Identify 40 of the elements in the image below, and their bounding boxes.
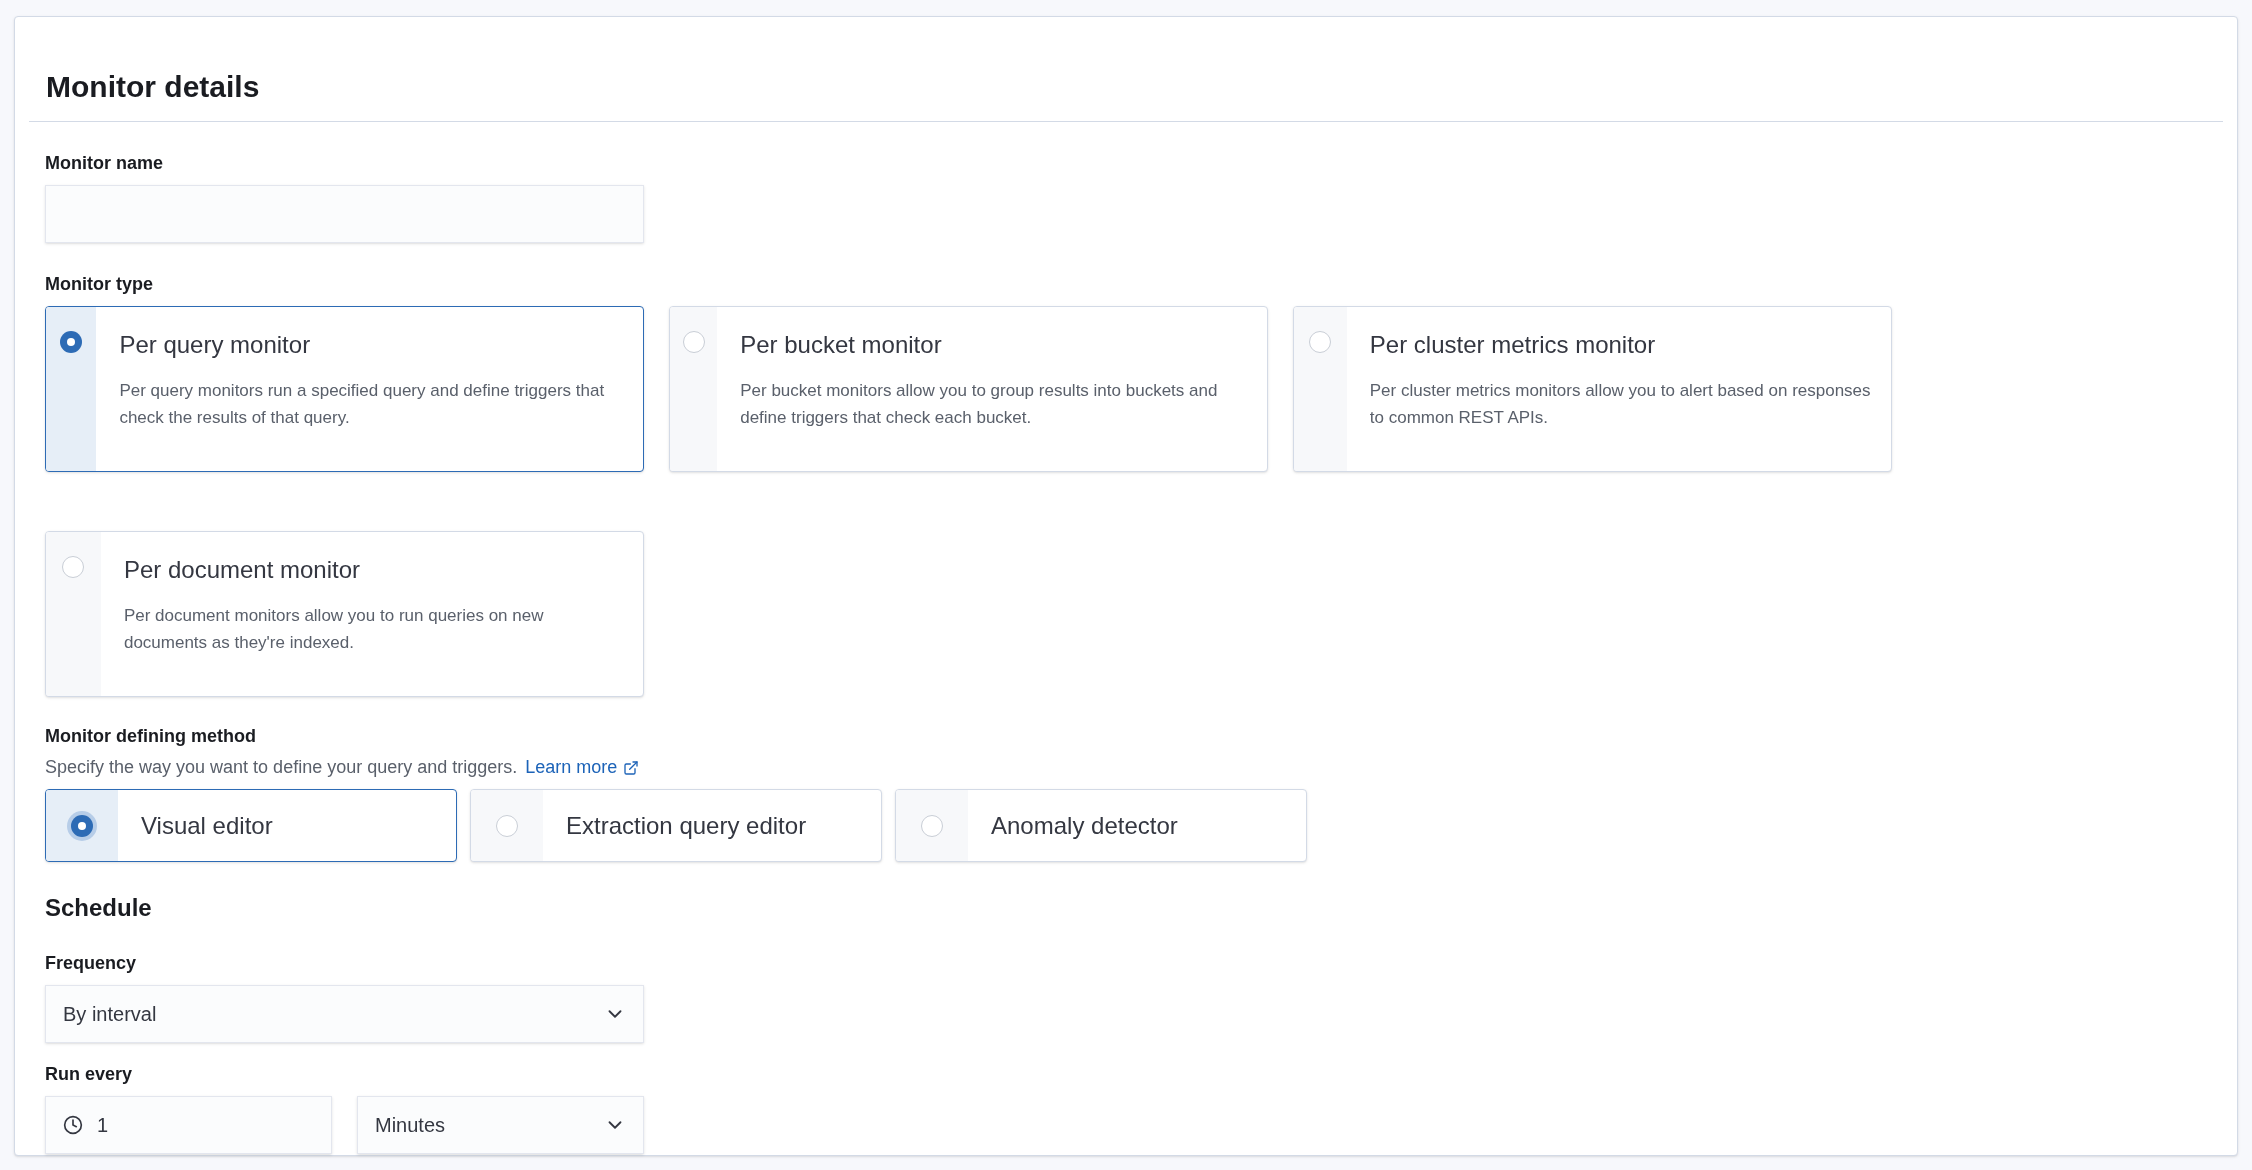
card-description: Per bucket monitors allow you to group results into buckets and define triggers that check each bucket.: [740, 380, 1219, 429]
interval-input[interactable]: 1: [45, 1096, 332, 1154]
frequency-select[interactable]: By interval: [45, 985, 644, 1043]
card-description: Per query monitors run a specified query and define triggers that check the results of that query.: [119, 380, 606, 429]
radio-button[interactable]: [62, 556, 85, 578]
card-description: Per document monitors allow you to run queries on new documents as they're indexed.: [123, 605, 545, 654]
field-label: Run every: [45, 1063, 134, 1086]
card-title: Per cluster metrics monitor: [1369, 330, 1657, 360]
help-text: Specify the way you want to define your query and triggers.: [45, 756, 518, 779]
radio-button[interactable]: [682, 331, 705, 353]
option-label: Extraction query editor: [565, 810, 807, 841]
card-title: Per bucket monitor: [740, 330, 943, 360]
field-label: Frequency: [45, 952, 138, 975]
monitor-type-card[interactable]: Per bucket monitor Per bucket monitors allow you to group results into buckets and define triggers that check each bucket.: [669, 306, 1268, 472]
method-option[interactable]: Visual editor: [45, 789, 457, 862]
card-title: Per query monitor: [119, 330, 312, 360]
unit-select[interactable]: Minutes: [357, 1096, 644, 1154]
field-label: Monitor type: [45, 273, 154, 296]
section-title: Schedule: [45, 893, 153, 923]
field-label: Monitor defining method: [45, 725, 257, 748]
card-description: Per cluster metrics monitors allow you to alert based on responses to common REST APIs.: [1369, 380, 1871, 429]
option-label: Visual editor: [140, 810, 273, 841]
external-link-icon: [623, 759, 640, 776]
method-option[interactable]: Anomaly detector: [895, 789, 1307, 862]
clock-icon: [63, 1115, 83, 1135]
monitor-type-card[interactable]: Per cluster metrics monitor Per cluster metrics monitors allow you to alert based on responses to common REST APIs.: [1293, 306, 1892, 472]
card-title: Per document monitor: [123, 555, 362, 585]
field-label: Monitor name: [45, 152, 164, 175]
monitor-type-card[interactable]: Per document monitor Per document monitors allow you to run queries on new documents as they're indexed.: [45, 531, 644, 697]
radio-button[interactable]: [60, 331, 83, 353]
option-label: Anomaly detector: [990, 810, 1178, 841]
method-option[interactable]: Extraction query editor: [470, 789, 882, 862]
monitor-type-card[interactable]: Per query monitor Per query monitors run a specified query and define triggers that check the results of that query.: [45, 306, 644, 472]
learn-more-link[interactable]: Learn more: [525, 754, 640, 781]
input-field[interactable]: [45, 185, 644, 243]
section-title: Monitor details: [45, 69, 261, 105]
radio-button[interactable]: [921, 814, 943, 837]
radio-button[interactable]: [1309, 331, 1332, 353]
radio-button[interactable]: [71, 814, 93, 837]
radio-button[interactable]: [496, 814, 518, 837]
